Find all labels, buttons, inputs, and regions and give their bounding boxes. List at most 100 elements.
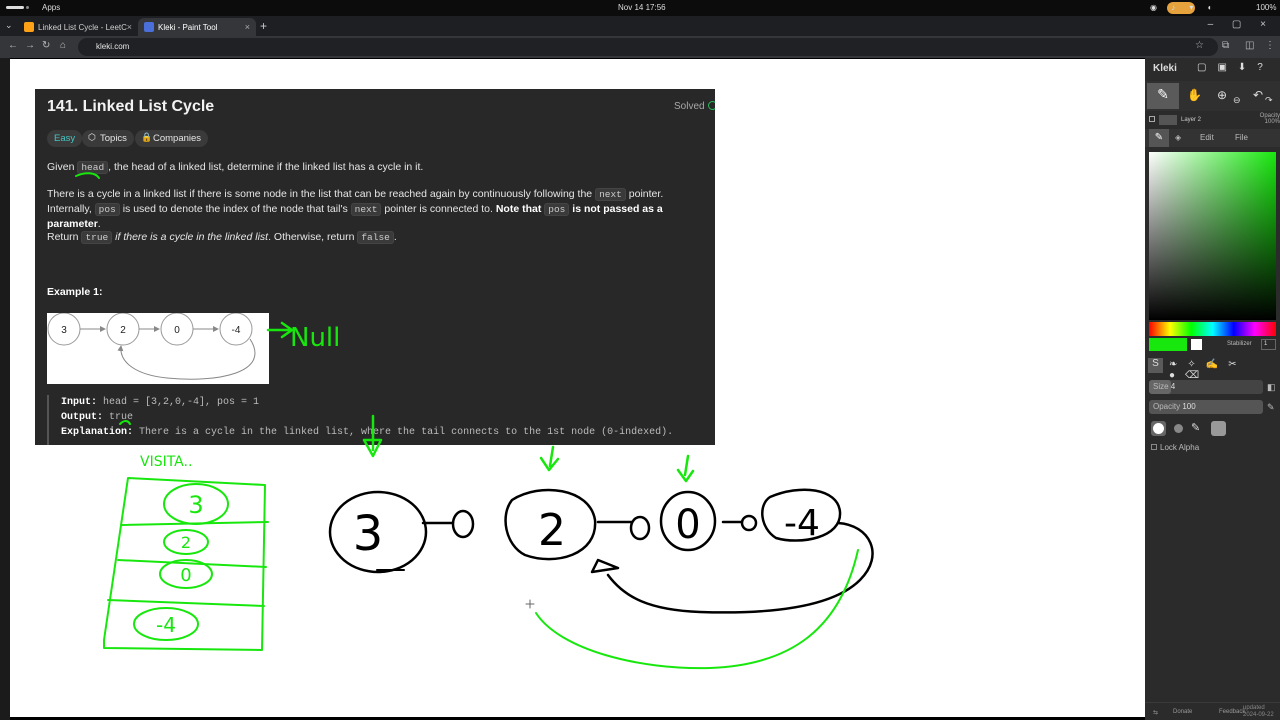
donate-link[interactable]: Donate (1173, 709, 1192, 715)
brush-tool-icon[interactable]: ✎ (1147, 83, 1179, 109)
lock-alpha-label: Lock Alpha (1160, 443, 1200, 452)
layer-opacity: Opacity 100% (1259, 113, 1280, 125)
text: pointer is connected to. (381, 203, 496, 215)
undo-icon[interactable]: ↶ (1253, 88, 1263, 102)
lock-alpha-toggle[interactable]: Lock Alpha (1151, 443, 1199, 452)
bookmark-star-icon[interactable]: ☆ (1195, 40, 1204, 51)
square-shape-icon[interactable] (1211, 421, 1226, 436)
layer-row[interactable]: Layer 2 Opacity 100% (1145, 112, 1280, 128)
difficulty-badge: Easy (47, 130, 83, 147)
layer-visibility-checkbox[interactable] (1149, 116, 1155, 122)
tab-title: Linked List Cycle - LeetC (38, 23, 127, 32)
tab-list-chevron-icon[interactable]: ⌄ (5, 20, 13, 31)
feedback-link[interactable]: Feedback (1219, 709, 1245, 715)
url-text: kleki.com (96, 42, 130, 51)
pressure-icon[interactable]: ◧ (1267, 382, 1276, 393)
kleki-favicon-icon (144, 22, 154, 32)
kleki-tool-panel: Kleki ▢▣⬇? ✎ ✋ ⊕ ⊖ ↶ ↷ Layer 2 Opacity 1… (1145, 58, 1280, 720)
tab-kleki[interactable]: Kleki - Paint Tool × (138, 18, 256, 36)
back-arrow-icon[interactable]: ← (8, 40, 18, 51)
brush-types-row: S ❧✧✍✂●⌫ (1145, 358, 1280, 381)
panel-tabs: ✎ ◈ Edit File (1145, 129, 1280, 147)
secondary-color-swatch[interactable] (1191, 339, 1202, 350)
workspace-dot-icon[interactable] (26, 6, 29, 9)
size-slider[interactable]: Size 4 (1149, 380, 1263, 394)
explanation-value: There is a cycle in the linked list, whe… (133, 427, 674, 438)
workspace-indicator-icon[interactable] (6, 6, 24, 9)
input-value: head = [3,2,0,-4], pos = 1 (97, 397, 260, 408)
description-paragraph-1: Given head, the head of a linked list, d… (47, 160, 707, 175)
text: Given (47, 161, 78, 173)
description-paragraph-3: Return true if there is a cycle in the l… (47, 230, 707, 245)
current-color-swatch[interactable] (1149, 338, 1187, 351)
inline-code: next (350, 203, 382, 216)
inline-code: pos (94, 203, 120, 216)
system-clock[interactable]: Nov 14 17:56 (618, 3, 666, 12)
window-controls[interactable]: – ▢ × (1208, 19, 1274, 30)
leetcode-favicon-icon (24, 22, 34, 32)
close-tab-icon[interactable]: × (245, 22, 250, 32)
redo-icon[interactable]: ↷ (1265, 95, 1273, 106)
text: There is a cycle in a linked list if the… (47, 188, 596, 200)
tab-brush-icon[interactable]: ✎ (1149, 129, 1169, 147)
inline-code: true (81, 231, 113, 244)
address-bar[interactable]: kleki.com (78, 38, 1218, 56)
lock-alpha-checkbox[interactable] (1151, 444, 1157, 450)
tab-file[interactable]: File (1235, 133, 1248, 142)
example-io-block: Input: head = [3,2,0,-4], pos = 1 Output… (47, 395, 707, 445)
tool-row: ✎ ✋ ⊕ ⊖ ↶ ↷ (1145, 81, 1280, 111)
layer-name: Layer 2 (1181, 117, 1202, 123)
solved-status: Solved (674, 101, 705, 112)
opacity-slider[interactable]: Opacity 100 (1149, 400, 1263, 414)
pencil-shape-icon[interactable]: ✎ (1191, 421, 1206, 436)
hue-slider[interactable] (1149, 322, 1276, 336)
text: . (393, 231, 397, 243)
color-swatch-row: Stabilizer 1 (1149, 338, 1276, 352)
topics-chip: ⬡ Topics (82, 130, 134, 147)
profile-icon[interactable]: ◫ (1245, 40, 1254, 51)
topics-label: Topics (100, 133, 127, 144)
round-shape-icon[interactable] (1151, 421, 1166, 436)
opacity-pen-icon[interactable]: ✎ (1267, 402, 1275, 413)
tab-title: Kleki - Paint Tool (158, 23, 218, 32)
tab-layers-icon[interactable]: ◈ (1175, 133, 1181, 142)
opacity-label: Opacity (1153, 402, 1181, 411)
panel-footer: ⇆ Donate Feedback updated 2024-09-22 (1145, 702, 1280, 720)
layer-thumbnail (1159, 115, 1177, 125)
output-line: Output: true (61, 410, 707, 425)
forward-arrow-icon[interactable]: → (25, 40, 35, 51)
browser-toolbar: ← → ↻ ⌂ kleki.com ☆ ⧉ ◫ ⋮ (0, 36, 1280, 58)
new-tab-button[interactable]: + (260, 19, 267, 33)
apps-menu[interactable]: Apps (42, 3, 60, 12)
home-icon[interactable]: ⌂ (60, 40, 66, 51)
zoom-icon[interactable]: ⊕ (1217, 88, 1227, 102)
close-tab-icon[interactable]: × (127, 22, 132, 32)
inline-code: head (77, 161, 109, 174)
stabilizer-select[interactable]: 1 (1261, 339, 1276, 350)
panel-top-icons[interactable]: ▢▣⬇? (1197, 62, 1274, 73)
menu-kebab-icon[interactable]: ⋮ (1265, 40, 1275, 51)
battery-percentage[interactable]: 100% (1256, 3, 1276, 12)
text: is used to denote the index of the node … (119, 203, 351, 215)
reload-icon[interactable]: ↻ (42, 40, 50, 51)
italic-text: if there is a cycle in the linked list (112, 231, 269, 243)
brush-type-icons[interactable]: ❧✧✍✂●⌫ (1169, 359, 1280, 381)
tab-leetcode[interactable]: Linked List Cycle - LeetC × (18, 18, 138, 36)
pen-brush-icon[interactable]: S (1148, 358, 1163, 373)
extensions-icon[interactable]: ⧉ (1222, 40, 1229, 51)
hand-tool-icon[interactable]: ✋ (1187, 88, 1202, 102)
tab-edit[interactable]: Edit (1200, 133, 1214, 142)
input-label: Input: (61, 397, 98, 408)
color-picker-area[interactable] (1149, 152, 1276, 320)
collapse-arrows-icon[interactable]: ⇆ (1153, 709, 1158, 716)
example-node-label: -4 (232, 325, 241, 336)
text: . Otherwise, return (268, 231, 358, 243)
example-diagram-svg: 3 2 0 -4 (47, 312, 256, 380)
bold-text: Note that (495, 203, 545, 215)
zoom-out-icon[interactable]: ⊖ (1233, 95, 1241, 106)
problem-title: 141. Linked List Cycle (47, 98, 215, 115)
inline-code: false (357, 231, 394, 244)
output-value: true (103, 412, 134, 423)
soft-shape-icon[interactable] (1171, 421, 1186, 436)
system-tray-icons[interactable]: ◉ ♪ ▾ ◐ (1150, 3, 1219, 12)
